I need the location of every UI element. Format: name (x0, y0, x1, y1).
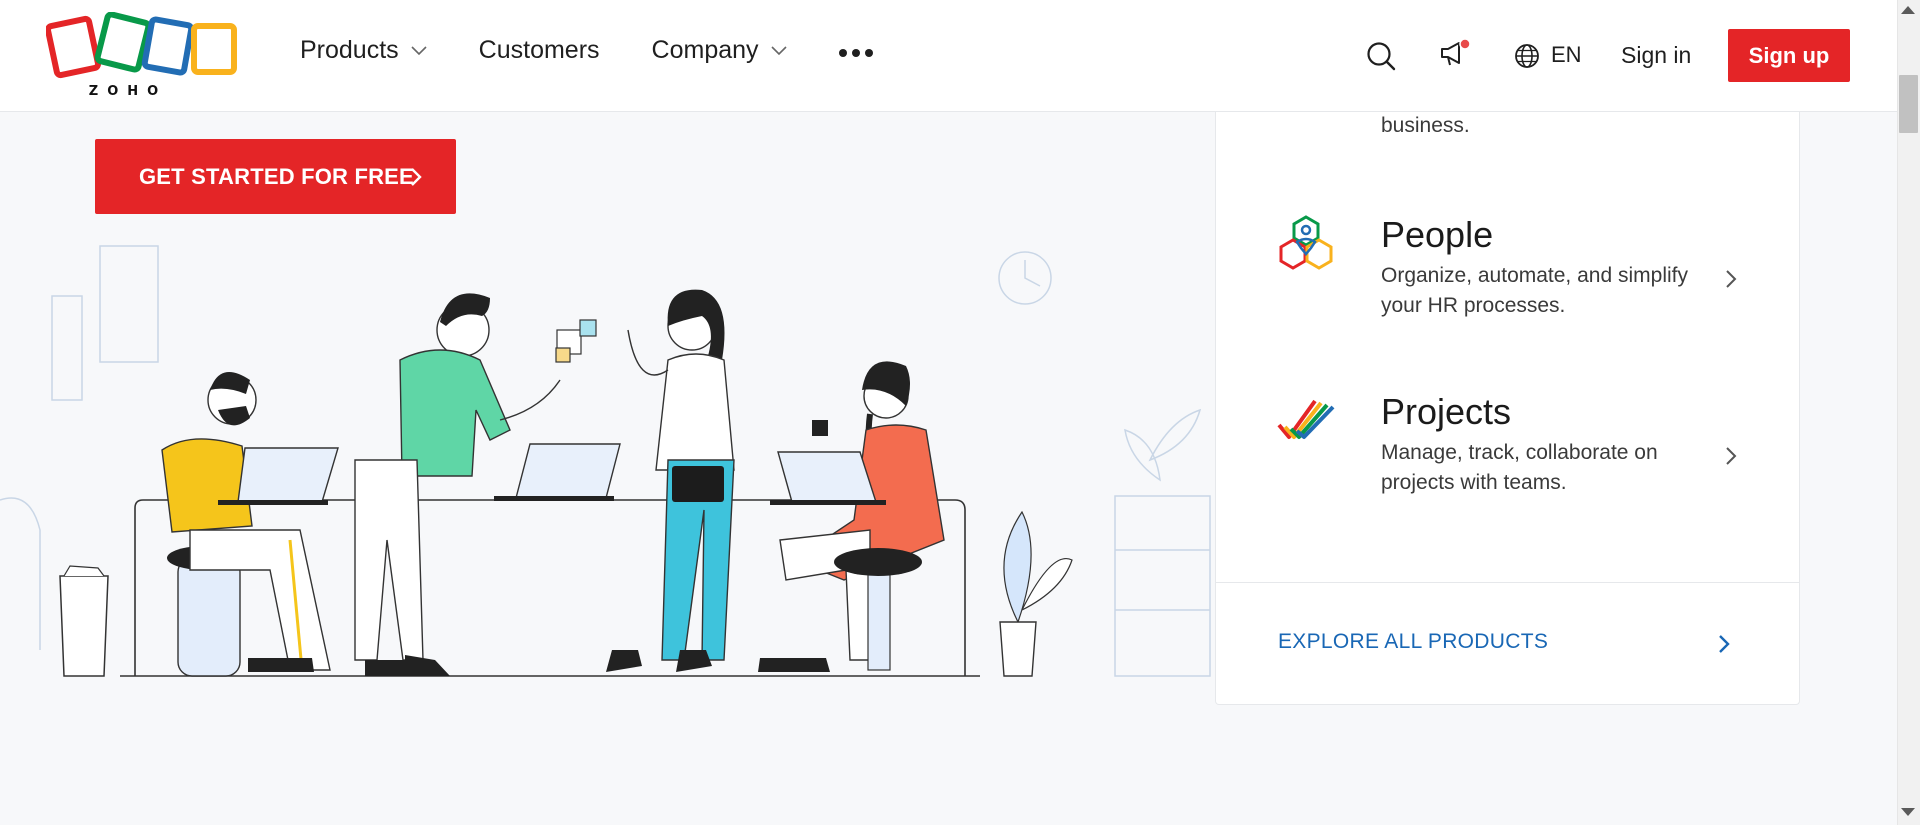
ellipsis-icon[interactable] (838, 45, 873, 57)
logo-wordmark: ZOHO (88, 84, 168, 99)
nav-customers[interactable]: Customers (479, 36, 600, 65)
previous-product-desc: business. (1381, 114, 1470, 137)
product-name: Projects (1381, 391, 1512, 432)
chevron-right-icon (1726, 447, 1737, 465)
explore-all-products-link[interactable]: EXPLORE ALL PRODUCTS (1278, 630, 1548, 654)
product-desc: Organize, automate, and simplify your HR… (1381, 264, 1688, 317)
scroll-up-arrow-icon[interactable] (1901, 6, 1915, 14)
nav-products-label: Products (300, 36, 399, 64)
signup-button[interactable]: Sign up (1728, 29, 1850, 82)
team-illustration (0, 245, 1211, 677)
nav-company[interactable]: Company (652, 36, 787, 65)
nav-company-label: Company (651, 36, 759, 64)
scroll-thumb[interactable] (1899, 75, 1918, 133)
chevron-down-icon (411, 45, 427, 55)
megaphone-icon[interactable] (1439, 38, 1471, 68)
scroll-down-arrow-icon[interactable] (1901, 808, 1915, 816)
search-icon[interactable] (1366, 41, 1396, 71)
language-selector[interactable]: EN (1551, 42, 1582, 68)
product-item-people[interactable]: People Organize, automate, and simplify … (1215, 214, 1800, 364)
site-header: ZOHO Products Customers Company EN Sign … (0, 0, 1897, 112)
main-nav: Products Customers Company (300, 36, 873, 65)
signin-link[interactable]: Sign in (1621, 42, 1691, 69)
chevron-down-icon (770, 45, 787, 55)
nav-products[interactable]: Products (300, 36, 427, 65)
chevron-right-icon[interactable] (1718, 634, 1730, 654)
globe-icon (1515, 44, 1539, 68)
people-hexagon-icon (1279, 215, 1333, 270)
get-started-button[interactable]: GET STARTED FOR FREE (95, 139, 456, 214)
panel-divider (1215, 582, 1800, 583)
product-item-projects[interactable]: Projects Manage, track, collaborate on p… (1215, 391, 1800, 541)
projects-check-icon (1277, 399, 1335, 439)
nav-customers-label: Customers (478, 36, 600, 64)
product-name: People (1381, 214, 1494, 255)
chevron-right-icon (411, 168, 422, 186)
get-started-label: GET STARTED FOR FREE (139, 163, 414, 189)
chevron-right-icon (1726, 270, 1737, 288)
product-desc: Manage, track, collaborate on projects w… (1381, 441, 1658, 494)
